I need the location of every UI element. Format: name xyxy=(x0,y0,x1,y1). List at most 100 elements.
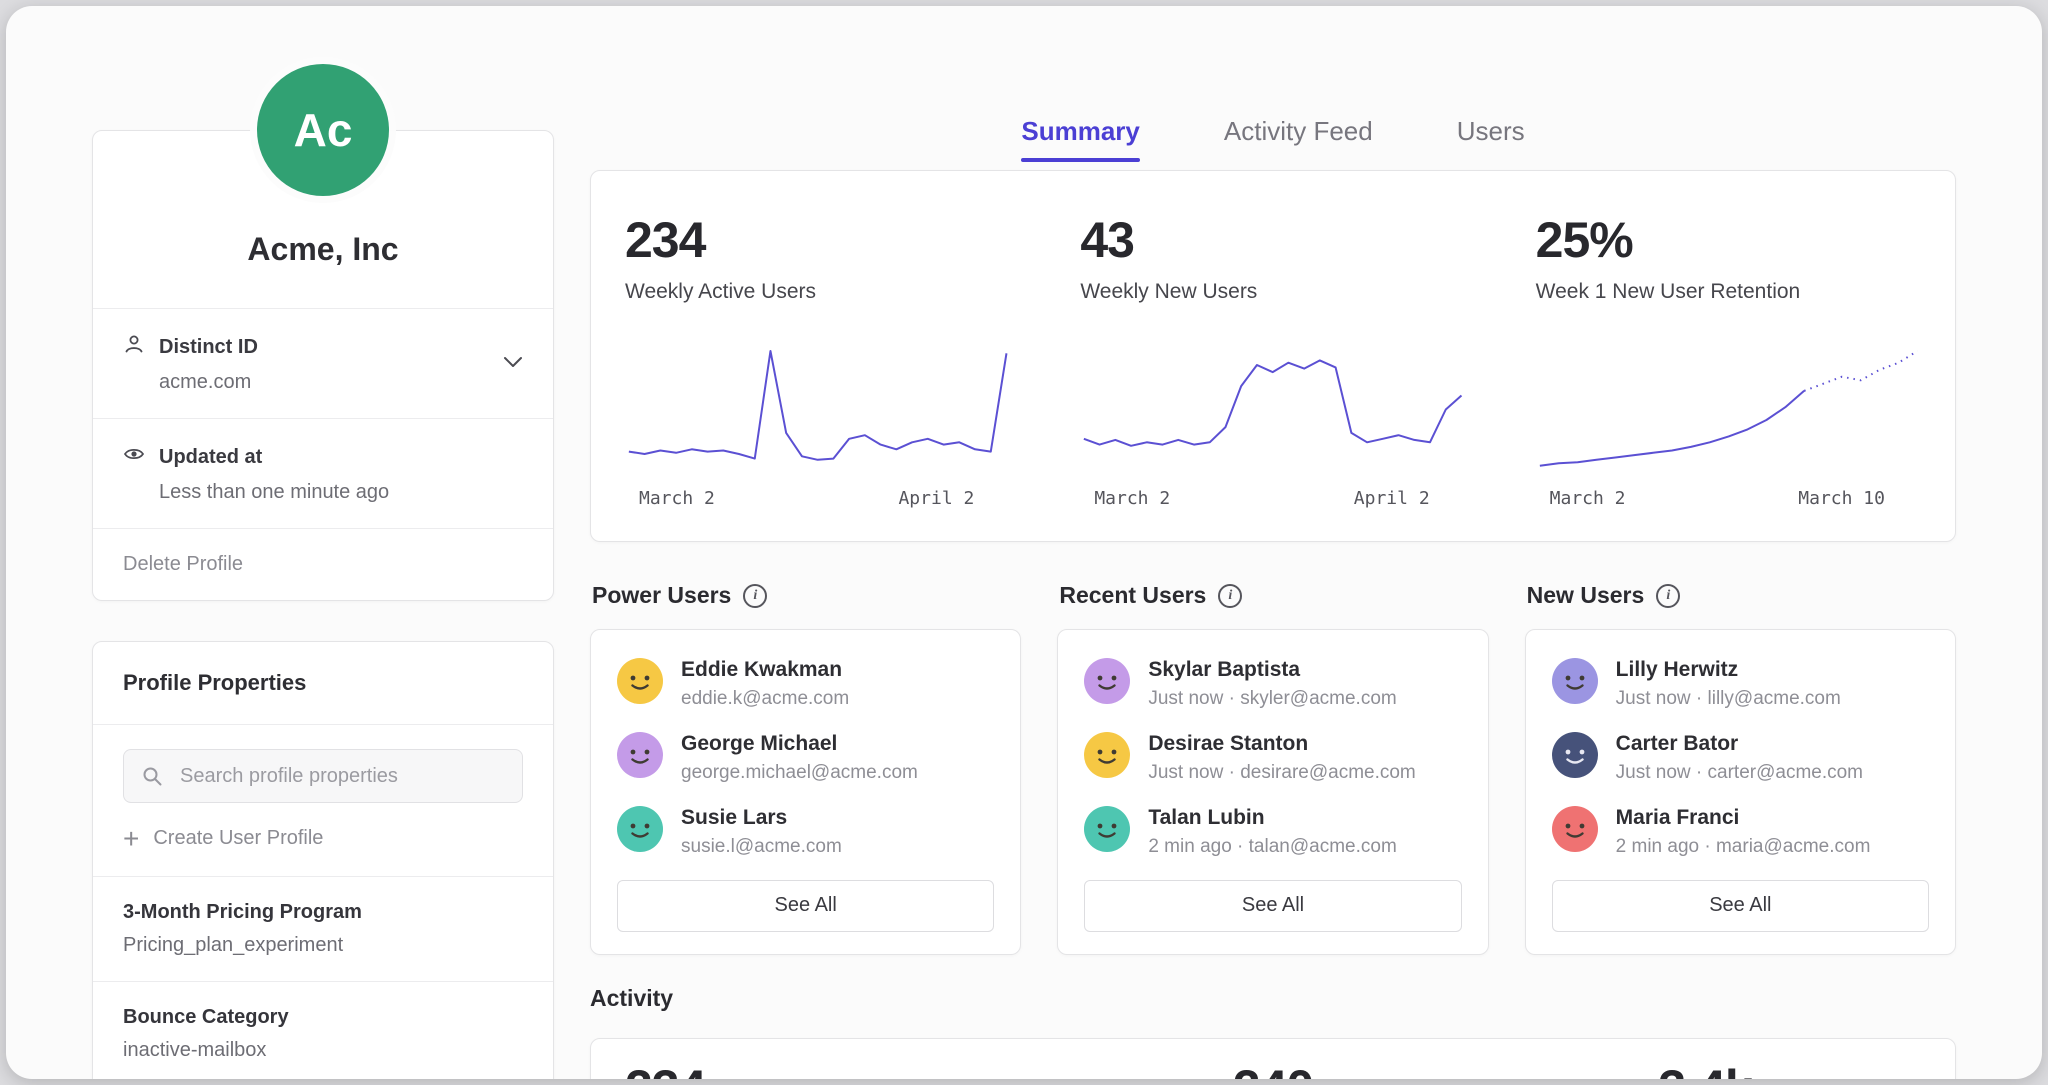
updated-at-value: Less than one minute ago xyxy=(159,481,523,504)
profile-sidebar: Ac Acme, Inc Distinct ID acme.com xyxy=(92,6,554,1079)
activity-card: 2342403.4k xyxy=(590,1038,1956,1079)
section-heading: Power Users i xyxy=(590,582,1021,609)
user-subtext: Just now · desirare@acme.com xyxy=(1148,762,1415,784)
user-text: Lilly Herwitz Just now · lilly@acme.com xyxy=(1616,658,1841,710)
user-name: Lilly Herwitz xyxy=(1616,658,1841,682)
axis-label-start: March 2 xyxy=(1094,488,1170,509)
activity-metric-value: 234 xyxy=(625,1059,1057,1079)
tab-activity-feed[interactable]: Activity Feed xyxy=(1224,116,1373,162)
info-icon[interactable]: i xyxy=(1218,584,1242,608)
profile-properties-title: Profile Properties xyxy=(93,642,553,725)
metric-label: Week 1 New User Retention xyxy=(1536,280,1921,304)
user-text: Maria Franci 2 min ago · maria@acme.com xyxy=(1616,806,1871,858)
plus-icon: + xyxy=(123,829,139,849)
user-name: Desirae Stanton xyxy=(1148,732,1415,756)
user-avatar xyxy=(1552,658,1598,704)
activity-metric-value: 240 xyxy=(1057,1059,1489,1079)
user-text: George Michael george.michael@acme.com xyxy=(681,732,918,784)
user-list-item[interactable]: George Michael george.michael@acme.com xyxy=(617,732,994,784)
tab-summary[interactable]: Summary xyxy=(1021,116,1140,162)
user-sections: Power Users i Eddie Kwakmaneddie.k@acme.co… xyxy=(590,582,1956,955)
user-subtext: susie.l@acme.com xyxy=(681,836,842,858)
user-subtext: 2 min ago · maria@acme.com xyxy=(1616,836,1871,858)
section-title: Recent Users xyxy=(1059,582,1206,609)
info-icon[interactable]: i xyxy=(1656,584,1680,608)
delete-profile-button[interactable]: Delete Profile xyxy=(93,528,553,600)
create-user-profile-label: Create User Profile xyxy=(153,827,323,850)
see-all-button[interactable]: See All xyxy=(1084,880,1461,932)
property-item[interactable]: 3-Month Pricing ProgramPricing_plan_expe… xyxy=(93,876,553,981)
axis-label-end: April 2 xyxy=(898,488,974,509)
user-subtext: Just now · lilly@acme.com xyxy=(1616,688,1841,710)
updated-at-row: Updated at Less than one minute ago xyxy=(93,418,553,528)
user-list-card: Skylar Baptista Just now · skyler@acme.co… xyxy=(1057,629,1488,955)
user-avatar xyxy=(1084,658,1130,704)
tab-users[interactable]: Users xyxy=(1457,116,1525,162)
activity-title: Activity xyxy=(590,985,1956,1012)
see-all-button[interactable]: See All xyxy=(1552,880,1929,932)
user-name: Maria Franci xyxy=(1616,806,1871,830)
user-list-item[interactable]: Talan Lubin2 min ago · talan@acme.com xyxy=(1084,806,1461,858)
user-avatar xyxy=(1552,806,1598,852)
section-power-users: Power Users i Eddie Kwakmaneddie.k@acme.co… xyxy=(590,582,1021,955)
search-icon xyxy=(141,765,163,792)
user-text: Skylar Baptista Just now · skyler@acme.co… xyxy=(1148,658,1396,710)
metric-value: 234 xyxy=(625,215,1010,265)
distinct-id-label: Distinct ID xyxy=(159,336,258,359)
eye-icon xyxy=(123,443,145,471)
user-avatar xyxy=(617,732,663,778)
metric-sparkline xyxy=(1536,338,1921,478)
property-item[interactable]: Bounce Categoryinactive-mailbox xyxy=(93,981,553,1079)
user-subtext: george.michael@acme.com xyxy=(681,762,918,784)
create-user-profile-button[interactable]: + Create User Profile xyxy=(93,811,553,876)
user-avatar xyxy=(1552,732,1598,778)
user-list-item[interactable]: Carter BatorJust now · carter@acme.com xyxy=(1552,732,1929,784)
user-list-item[interactable]: Susie Larssusie.l@acme.com xyxy=(617,806,994,858)
metric-axis: March 2March 10 xyxy=(1536,488,1921,509)
user-list-item[interactable]: Desirae Stanton Just now · desirare@acme.… xyxy=(1084,732,1461,784)
user-list-item[interactable]: Skylar Baptista Just now · skyler@acme.co… xyxy=(1084,658,1461,710)
metric-value: 25% xyxy=(1536,215,1921,265)
property-label: Bounce Category xyxy=(123,1006,523,1029)
user-name: Talan Lubin xyxy=(1148,806,1396,830)
metric-sparkline xyxy=(625,338,1010,478)
distinct-id-row[interactable]: Distinct ID acme.com xyxy=(93,308,553,418)
info-icon[interactable]: i xyxy=(743,584,767,608)
property-label: 3-Month Pricing Program xyxy=(123,901,523,924)
axis-label-start: March 2 xyxy=(1550,488,1626,509)
section-title: Power Users xyxy=(592,582,731,609)
user-list-item[interactable]: Maria Franci 2 min ago · maria@acme.com xyxy=(1552,806,1929,858)
axis-label-end: April 2 xyxy=(1354,488,1430,509)
see-all-button[interactable]: See All xyxy=(617,880,994,932)
section-title: New Users xyxy=(1527,582,1645,609)
metric-axis: March 2 April 2 xyxy=(1080,488,1465,509)
user-list-card: Lilly Herwitz Just now · lilly@acme.com Ca… xyxy=(1525,629,1956,955)
section-new-users: New Users i Lilly Herwitz Just now · lilly@… xyxy=(1525,582,1956,955)
user-avatar xyxy=(1084,732,1130,778)
user-subtext: Just now · skyler@acme.com xyxy=(1148,688,1396,710)
search-profile-properties-input[interactable] xyxy=(123,749,523,803)
tabs: Summary Activity Feed Users xyxy=(590,116,1956,162)
app-window: Ac Acme, Inc Distinct ID acme.com xyxy=(6,6,2042,1079)
chevron-down-icon[interactable] xyxy=(503,355,523,373)
user-name: Eddie Kwakman xyxy=(681,658,849,682)
user-name: Skylar Baptista xyxy=(1148,658,1396,682)
user-avatar xyxy=(617,806,663,852)
activity-metric-value: 3.4k xyxy=(1489,1059,1921,1079)
metric-value: 43 xyxy=(1080,215,1465,265)
user-list-item[interactable]: Lilly Herwitz Just now · lilly@acme.com xyxy=(1552,658,1929,710)
section-recent-users: Recent Users i Skylar Baptista Just now · s… xyxy=(1057,582,1488,955)
metric-weekly-active-users: 234 Weekly Active Users March 2April 2 xyxy=(625,215,1010,509)
section-heading: New Users i xyxy=(1525,582,1956,609)
user-avatar xyxy=(617,658,663,704)
user-name: George Michael xyxy=(681,732,918,756)
user-list-item[interactable]: Eddie Kwakmaneddie.k@acme.com xyxy=(617,658,994,710)
updated-at-label: Updated at xyxy=(159,446,262,469)
metric-label: Weekly Active Users xyxy=(625,280,1010,304)
user-avatar xyxy=(1084,806,1130,852)
metric-axis: March 2April 2 xyxy=(625,488,1010,509)
user-text: Desirae Stanton Just now · desirare@acme.… xyxy=(1148,732,1415,784)
main-content: Summary Activity Feed Users 234 Weekly Acti… xyxy=(590,6,1956,1079)
metric-week-1-new-user-retention: 25% Week 1 New User Retention March 2March… xyxy=(1536,215,1921,509)
user-text: Talan Lubin2 min ago · talan@acme.com xyxy=(1148,806,1396,858)
